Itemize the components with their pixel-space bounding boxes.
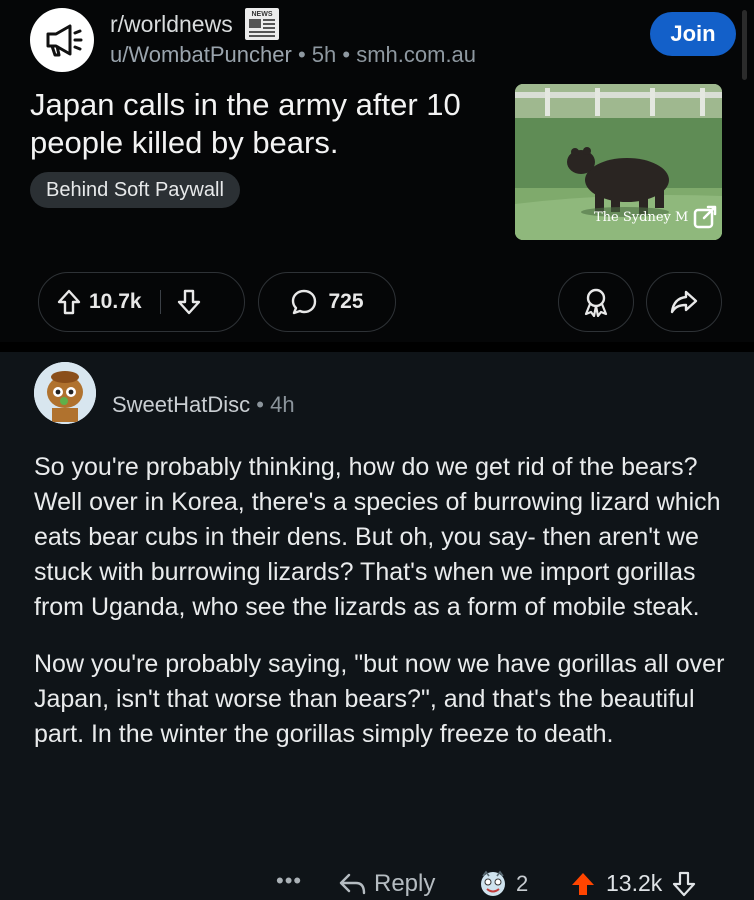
meta-separator: • — [342, 42, 357, 67]
meta-separator: • — [256, 392, 271, 417]
share-icon — [670, 290, 698, 314]
subreddit-avatar[interactable] — [30, 8, 94, 72]
comment-paragraph: Now you're probably saying, "but now we … — [34, 650, 725, 748]
section-separator — [0, 342, 754, 352]
thumbnail-source: The Sydney M — [594, 210, 689, 225]
comments-button[interactable]: 725 — [258, 272, 396, 332]
award-count: 2 — [516, 871, 529, 896]
upvote-icon[interactable] — [570, 871, 596, 897]
user-avatar-image — [34, 362, 96, 424]
comment-actions: ••• Reply 2 13.2k — [0, 864, 754, 900]
award-button[interactable] — [558, 272, 634, 332]
comment-body: So you're probably thinking, how do we g… — [34, 450, 734, 774]
comment-vote-bar: 13.2k — [570, 870, 696, 897]
reply-button[interactable]: Reply — [338, 870, 435, 898]
comment-header: SweetHatDisc • 4h — [112, 392, 295, 418]
subreddit-header: r/worldnews NEWS — [110, 8, 279, 40]
award-icon — [481, 870, 505, 896]
post-title[interactable]: Japan calls in the army after 10 people … — [30, 86, 490, 162]
post-age: 5h — [311, 42, 337, 67]
join-button[interactable]: Join — [650, 12, 736, 56]
comment-awards[interactable]: 2 — [478, 870, 528, 898]
comment-age: 4h — [270, 392, 295, 417]
upvote-icon[interactable] — [57, 289, 81, 315]
downvote-icon[interactable] — [177, 289, 201, 315]
megaphone-icon — [46, 24, 83, 57]
post-domain[interactable]: smh.com.au — [356, 42, 476, 67]
comment-count: 725 — [328, 290, 364, 313]
news-badge-text: NEWS — [251, 11, 272, 18]
post-card[interactable]: r/worldnews NEWS u/WombatPuncher • 5h • … — [0, 0, 754, 342]
external-link-icon[interactable] — [692, 204, 718, 230]
comment-username[interactable]: SweetHatDisc — [112, 392, 250, 417]
share-button[interactable] — [646, 272, 722, 332]
post-score: 10.7k — [89, 290, 142, 313]
comment-score: 13.2k — [606, 870, 663, 896]
more-options-button[interactable]: ••• — [276, 868, 302, 894]
downvote-icon[interactable] — [672, 871, 696, 897]
award-icon — [584, 288, 608, 317]
meta-separator: • — [297, 42, 312, 67]
post-author[interactable]: u/WombatPuncher — [110, 42, 292, 67]
reply-label: Reply — [374, 870, 436, 897]
comment-paragraph: So you're probably thinking, how do we g… — [34, 453, 721, 621]
subreddit-name[interactable]: r/worldnews — [110, 11, 233, 38]
comment-card: SweetHatDisc • 4h So you're probably thi… — [0, 352, 754, 900]
post-meta: u/WombatPuncher • 5h • smh.com.au — [110, 42, 476, 68]
scrollbar[interactable] — [742, 10, 747, 80]
news-badge-icon: NEWS — [244, 8, 279, 40]
post-flair[interactable]: Behind Soft Paywall — [30, 172, 240, 208]
post-vote-bar: 10.7k — [38, 272, 245, 332]
vote-divider — [159, 290, 161, 314]
comment-bubble-icon — [292, 289, 317, 315]
reply-arrow-icon — [339, 873, 366, 895]
avatar[interactable] — [34, 362, 96, 424]
